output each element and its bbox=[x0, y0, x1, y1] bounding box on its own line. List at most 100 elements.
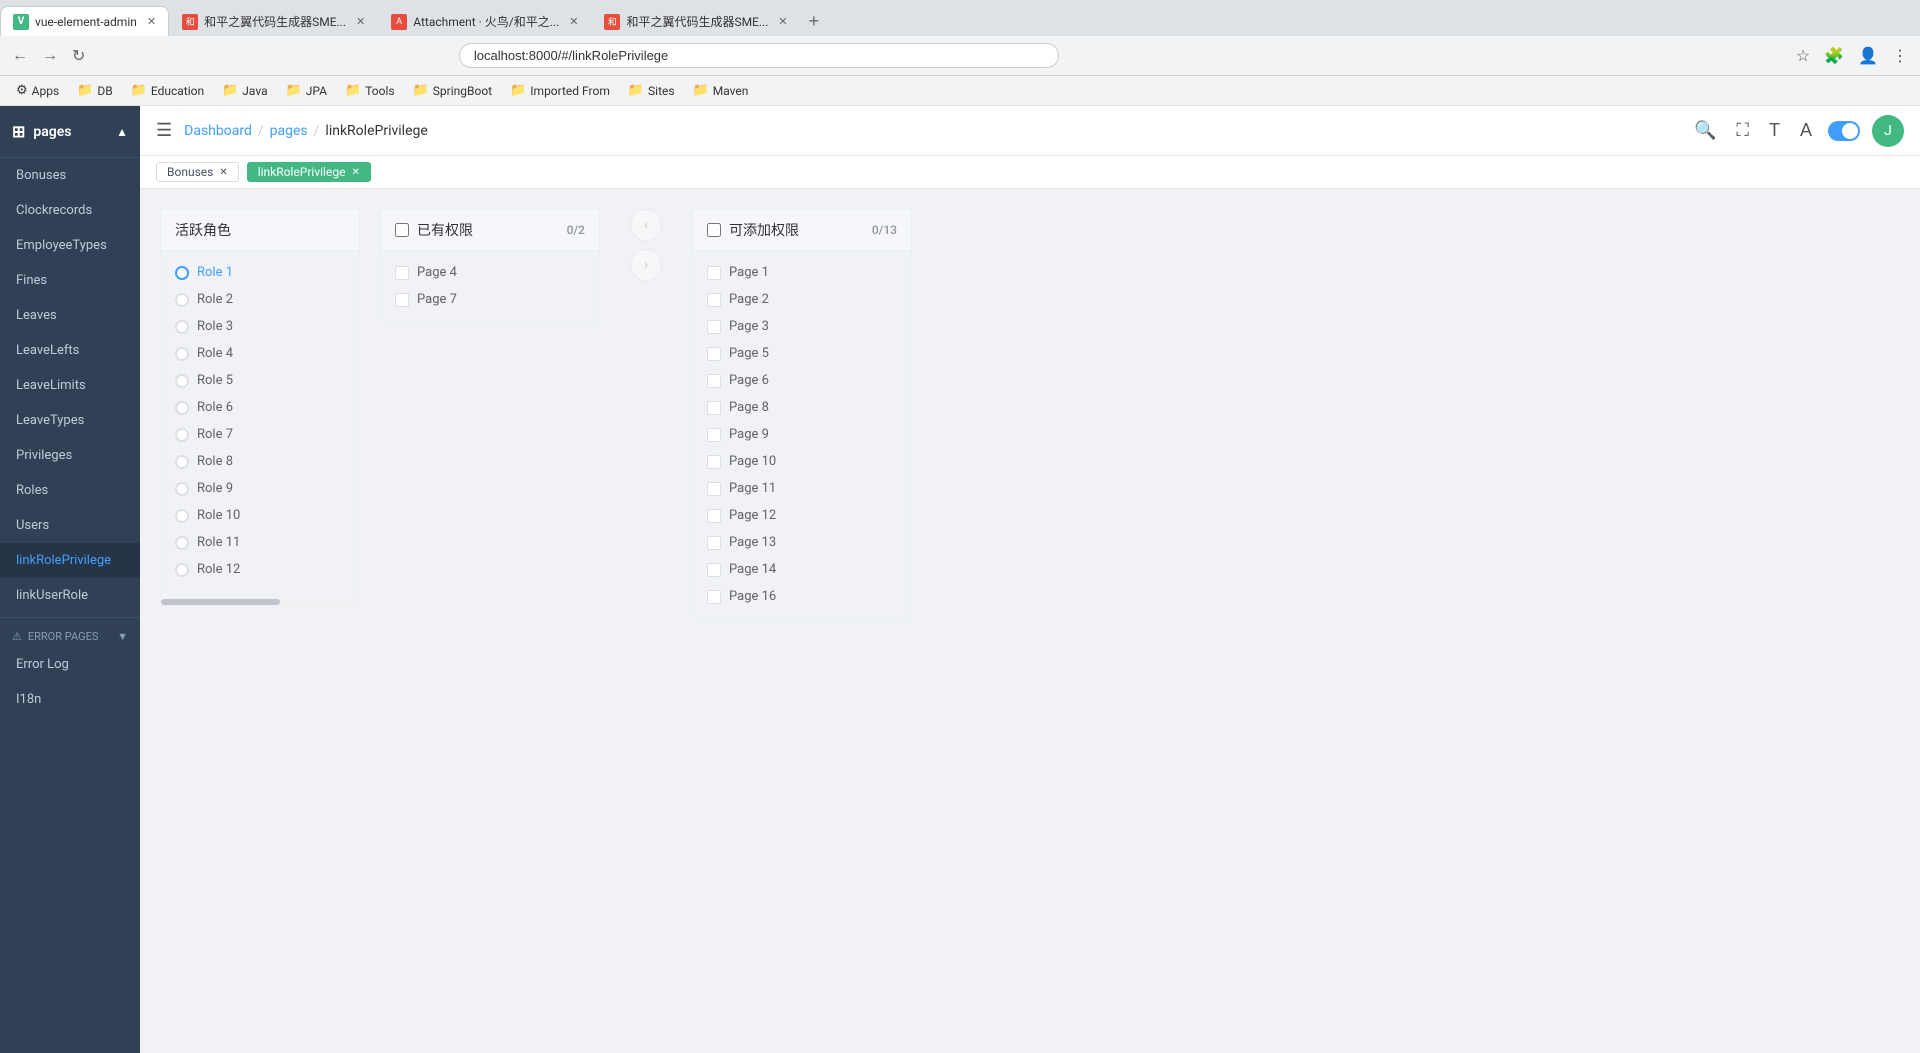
available-select-all-checkbox[interactable] bbox=[707, 223, 721, 237]
sidebar-item-i18n[interactable]: I18n bbox=[0, 682, 140, 717]
role-item-role9[interactable]: Role 9 bbox=[161, 475, 359, 502]
theme-toggle[interactable] bbox=[1828, 121, 1860, 141]
extension-button[interactable]: 🧩 bbox=[1820, 42, 1848, 70]
tab-close-4[interactable]: ✕ bbox=[778, 15, 787, 28]
forward-button[interactable]: → bbox=[38, 43, 62, 69]
reload-button[interactable]: ↻ bbox=[68, 42, 89, 70]
tag-bonuses-close[interactable]: ✕ bbox=[219, 167, 227, 178]
existing-checkbox-page4[interactable] bbox=[395, 266, 409, 280]
tab-3[interactable]: A Attachment · 火鸟/和平之... ✕ bbox=[378, 6, 591, 36]
new-tab-button[interactable]: + bbox=[801, 11, 828, 32]
sidebar-item-users[interactable]: Users bbox=[0, 508, 140, 543]
available-checkbox-page13[interactable] bbox=[707, 536, 721, 550]
available-checkbox-page9[interactable] bbox=[707, 428, 721, 442]
hamburger-button[interactable]: ☰ bbox=[156, 120, 172, 141]
role-item-role3[interactable]: Role 3 bbox=[161, 313, 359, 340]
available-checkbox-page3[interactable] bbox=[707, 320, 721, 334]
role-item-role11[interactable]: Role 11 bbox=[161, 529, 359, 556]
tag-linkroleprivilege-close[interactable]: ✕ bbox=[351, 167, 359, 178]
avatar[interactable]: J bbox=[1872, 115, 1904, 147]
sidebar-collapse-icon[interactable]: ▲ bbox=[116, 125, 128, 139]
search-icon-button[interactable]: 🔍 bbox=[1690, 116, 1720, 145]
available-item-page5[interactable]: Page 5 bbox=[693, 340, 911, 367]
tab-close-1[interactable]: ✕ bbox=[147, 15, 156, 28]
available-item-page8[interactable]: Page 8 bbox=[693, 394, 911, 421]
available-checkbox-page10[interactable] bbox=[707, 455, 721, 469]
bookmark-button[interactable]: ☆ bbox=[1792, 42, 1814, 70]
role-item-role5[interactable]: Role 5 bbox=[161, 367, 359, 394]
role-item-role4[interactable]: Role 4 bbox=[161, 340, 359, 367]
available-checkbox-page6[interactable] bbox=[707, 374, 721, 388]
tab-close-3[interactable]: ✕ bbox=[569, 15, 578, 28]
bookmark-maven[interactable]: 📁 Maven bbox=[685, 81, 757, 100]
existing-item-page4[interactable]: Page 4 bbox=[381, 259, 599, 286]
role-item-role1[interactable]: Role 1 bbox=[161, 259, 359, 286]
role-item-role8[interactable]: Role 8 bbox=[161, 448, 359, 475]
role-item-role10[interactable]: Role 10 bbox=[161, 502, 359, 529]
available-checkbox-page11[interactable] bbox=[707, 482, 721, 496]
sidebar-item-linkroleprivilege[interactable]: linkRolePrivilege bbox=[0, 543, 140, 578]
tab-2[interactable]: 和 和平之翼代码生成器SME... ✕ bbox=[169, 6, 378, 36]
available-item-page14[interactable]: Page 14 bbox=[693, 556, 911, 583]
sidebar-item-leaves[interactable]: Leaves bbox=[0, 298, 140, 333]
existing-item-page7[interactable]: Page 7 bbox=[381, 286, 599, 313]
available-item-page2[interactable]: Page 2 bbox=[693, 286, 911, 313]
bookmark-jpa[interactable]: 📁 JPA bbox=[278, 81, 335, 100]
tab-1[interactable]: V vue-element-admin ✕ bbox=[0, 6, 169, 36]
available-checkbox-page2[interactable] bbox=[707, 293, 721, 307]
sidebar-item-clockrecords[interactable]: Clockrecords bbox=[0, 193, 140, 228]
available-item-page12[interactable]: Page 12 bbox=[693, 502, 911, 529]
roles-scrollbar[interactable] bbox=[161, 599, 359, 605]
available-item-page6[interactable]: Page 6 bbox=[693, 367, 911, 394]
translate-icon-button[interactable]: A bbox=[1796, 116, 1816, 145]
role-item-role2[interactable]: Role 2 bbox=[161, 286, 359, 313]
sidebar-item-privileges[interactable]: Privileges bbox=[0, 438, 140, 473]
bookmark-sites[interactable]: 📁 Sites bbox=[620, 81, 683, 100]
bookmark-java[interactable]: 📁 Java bbox=[214, 81, 276, 100]
sidebar-item-error-log[interactable]: Error Log bbox=[0, 647, 140, 682]
available-checkbox-page16[interactable] bbox=[707, 590, 721, 604]
existing-select-all-checkbox[interactable] bbox=[395, 223, 409, 237]
available-item-page9[interactable]: Page 9 bbox=[693, 421, 911, 448]
available-item-page11[interactable]: Page 11 bbox=[693, 475, 911, 502]
fullscreen-icon-button[interactable]: ⛶ bbox=[1732, 116, 1753, 145]
arrow-left-button[interactable]: ‹ bbox=[630, 209, 662, 241]
bookmark-springboot[interactable]: 📁 SpringBoot bbox=[405, 81, 501, 100]
available-item-page16[interactable]: Page 16 bbox=[693, 583, 911, 610]
font-size-icon-button[interactable]: T bbox=[1765, 116, 1784, 145]
available-checkbox-page1[interactable] bbox=[707, 266, 721, 280]
sidebar-item-leavelimits[interactable]: LeaveLimits bbox=[0, 368, 140, 403]
arrow-right-button[interactable]: › bbox=[630, 249, 662, 281]
breadcrumb-pages[interactable]: pages bbox=[270, 123, 308, 139]
available-checkbox-page12[interactable] bbox=[707, 509, 721, 523]
available-item-page3[interactable]: Page 3 bbox=[693, 313, 911, 340]
bookmark-tools[interactable]: 📁 Tools bbox=[337, 81, 403, 100]
back-button[interactable]: ← bbox=[8, 43, 32, 69]
bookmark-imported-from[interactable]: 📁 Imported From bbox=[502, 81, 618, 100]
existing-checkbox-page7[interactable] bbox=[395, 293, 409, 307]
available-checkbox-page5[interactable] bbox=[707, 347, 721, 361]
role-item-role12[interactable]: Role 12 bbox=[161, 556, 359, 583]
menu-button[interactable]: ⋮ bbox=[1888, 42, 1912, 70]
role-item-role7[interactable]: Role 7 bbox=[161, 421, 359, 448]
available-item-page1[interactable]: Page 1 bbox=[693, 259, 911, 286]
bookmark-education[interactable]: 📁 Education bbox=[123, 81, 212, 100]
bookmark-apps[interactable]: ⚙ Apps bbox=[8, 81, 67, 100]
sidebar-item-fines[interactable]: Fines bbox=[0, 263, 140, 298]
sidebar-item-leavelefts[interactable]: LeaveLefts bbox=[0, 333, 140, 368]
role-item-role6[interactable]: Role 6 bbox=[161, 394, 359, 421]
tag-bonuses[interactable]: Bonuses ✕ bbox=[156, 162, 239, 182]
sidebar-section-error-pages[interactable]: ⚠ Error Pages ▼ bbox=[0, 622, 140, 647]
bookmark-db[interactable]: 📁 DB bbox=[69, 81, 121, 100]
available-item-page13[interactable]: Page 13 bbox=[693, 529, 911, 556]
tab-close-2[interactable]: ✕ bbox=[356, 15, 365, 28]
breadcrumb-dashboard[interactable]: Dashboard bbox=[184, 123, 252, 139]
sidebar-item-employeetypes[interactable]: EmployeeTypes bbox=[0, 228, 140, 263]
sidebar-item-roles[interactable]: Roles bbox=[0, 473, 140, 508]
tab-4[interactable]: 和 和平之翼代码生成器SME... ✕ bbox=[591, 6, 800, 36]
sidebar-item-leavetypes[interactable]: LeaveTypes bbox=[0, 403, 140, 438]
available-checkbox-page8[interactable] bbox=[707, 401, 721, 415]
sidebar-item-linkuserrole[interactable]: linkUserRole bbox=[0, 578, 140, 613]
tag-linkroleprivilege[interactable]: linkRolePrivilege ✕ bbox=[247, 162, 371, 182]
available-item-page10[interactable]: Page 10 bbox=[693, 448, 911, 475]
